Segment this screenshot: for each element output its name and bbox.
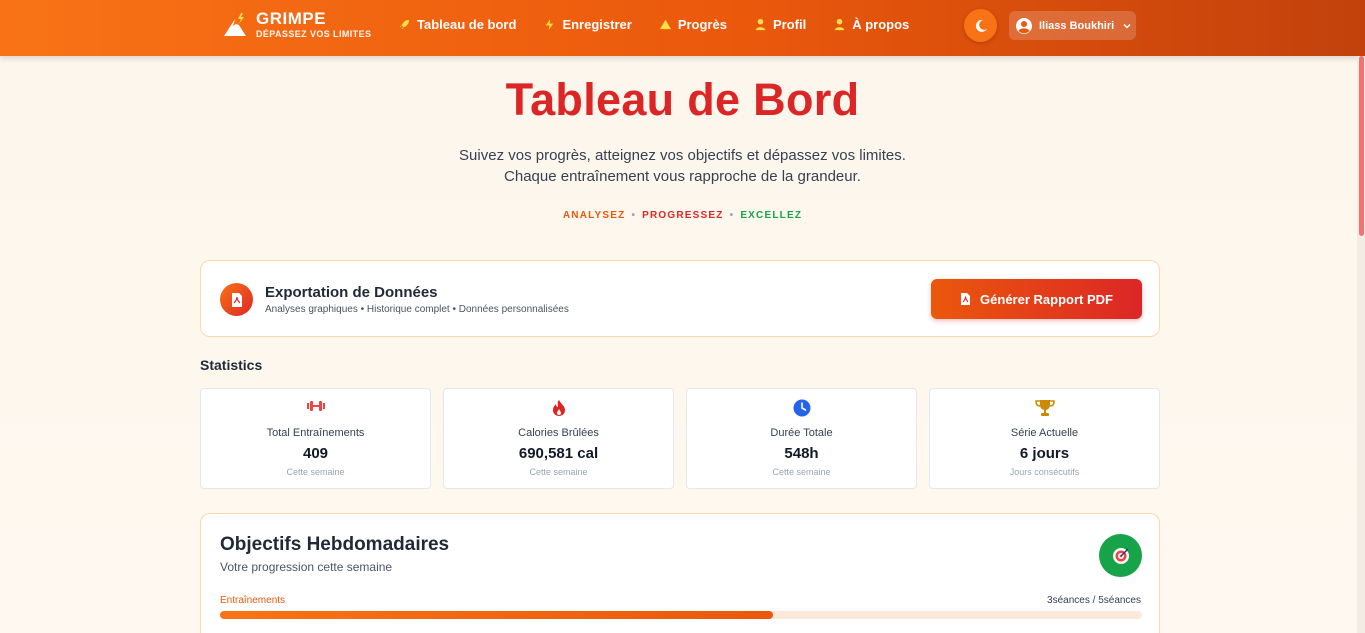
pdf-file-icon: [961, 293, 971, 305]
target-icon: [1099, 534, 1142, 577]
goal-progress-track: [220, 611, 1142, 619]
moon-icon: [975, 19, 987, 32]
stats-heading: Statistics: [200, 357, 263, 373]
export-title: Exportation de Données: [265, 284, 438, 301]
nav-item-label: À propos: [852, 17, 910, 32]
trophy-icon: [1034, 400, 1055, 416]
brand-name: GRIMPE: [256, 9, 327, 28]
nav-item-profile[interactable]: Profil: [754, 17, 806, 32]
clock-icon: [793, 399, 810, 417]
page-title: Tableau de Bord: [505, 74, 860, 125]
mountain-logo-icon: [224, 13, 246, 36]
goal-count: 3séances / 5séances: [1047, 595, 1141, 606]
user-menu-button[interactable]: Iliass Boukhiri: [1009, 11, 1136, 40]
page-subtitle: Suivez vos progrès, atteignez vos object…: [0, 145, 1365, 187]
generate-pdf-label: Générer Rapport PDF: [980, 291, 1113, 307]
stat-value: 409: [302, 445, 329, 462]
nav-item-label: Tableau de bord: [417, 17, 517, 32]
scrollbar-thumb[interactable]: [1359, 56, 1364, 236]
stat-label: Durée Totale: [770, 427, 833, 439]
nav-item-label: Progrès: [677, 17, 727, 32]
stat-value: 6 jours: [1019, 445, 1070, 462]
stat-note: Cette semaine: [529, 467, 588, 477]
stat-card-workouts: Total Entraînements 409 Cette semaine: [200, 388, 431, 489]
stat-value: 548h: [784, 445, 819, 462]
nav-item-progress[interactable]: Progrès: [659, 17, 727, 32]
user-icon: [835, 18, 845, 31]
user-icon: [755, 18, 766, 31]
stat-card-duration: Durée Totale 548h Cette semaine: [686, 388, 917, 489]
goal-progress-fill: [220, 611, 774, 619]
nav-item-label: Profil: [772, 17, 807, 32]
stat-note: Cette semaine: [772, 467, 831, 477]
stat-label: Total Entraînements: [266, 427, 365, 439]
weekly-goals-card: Objectifs Hebdomadaires Votre progressio…: [200, 513, 1160, 633]
goals-title: Objectifs Hebdomadaires: [220, 534, 450, 555]
tagline-progress: PROGRESSEZ: [642, 210, 724, 221]
flame-icon: [552, 400, 565, 416]
chevron-down-icon: [1123, 23, 1131, 29]
export-description: Analyses graphiques • Historique complet…: [265, 304, 569, 315]
stat-label: Calories Brûlées: [518, 427, 599, 439]
goals-subtitle: Votre progression cette semaine: [220, 560, 393, 574]
nav-item-label: Enregistrer: [562, 17, 632, 32]
nav-item-dashboard[interactable]: Tableau de bord: [398, 17, 516, 32]
tagline-excel: EXCELLEZ: [740, 210, 803, 221]
subtitle-line-1: Suivez vos progrès, atteignez vos object…: [459, 147, 906, 164]
theme-toggle-button[interactable]: [964, 9, 997, 42]
nav-item-about[interactable]: À propos: [833, 17, 909, 32]
stat-card-calories: Calories Brûlées 690,581 cal Cette semai…: [443, 388, 674, 489]
stat-label: Série Actuelle: [1010, 427, 1079, 439]
bolt-icon: [546, 18, 554, 31]
generate-pdf-button[interactable]: Générer Rapport PDF: [931, 279, 1142, 319]
nav-links: Tableau de bord Enregistrer Progrès Prof…: [398, 17, 936, 32]
pdf-file-icon: [220, 283, 253, 316]
hero-tagline: ANALYSEZ • PROGRESSEZ • EXCELLEZ: [0, 210, 1365, 221]
user-name: Iliass Boukhiri: [1039, 19, 1115, 32]
rocket-icon: [399, 19, 410, 30]
export-card: Exportation de Données Analyses graphiqu…: [200, 260, 1160, 337]
goal-label: Entraînements: [220, 595, 286, 606]
tagline-separator: •: [631, 210, 637, 221]
brand[interactable]: GRIMPE DÉPASSEZ VOS LIMITES: [222, 10, 371, 40]
stat-note: Cette semaine: [286, 467, 345, 477]
dumbbell-icon: [306, 401, 325, 411]
brand-tagline: DÉPASSEZ VOS LIMITES: [256, 29, 372, 39]
stat-card-streak: Série Actuelle 6 jours Jours consécutifs: [929, 388, 1160, 489]
subtitle-line-2: Chaque entraînement vous rapproche de la…: [504, 168, 861, 185]
user-avatar-icon: [1016, 17, 1032, 34]
triangle-icon: [659, 19, 671, 30]
top-navbar: GRIMPE DÉPASSEZ VOS LIMITES Tableau de b…: [0, 0, 1365, 56]
tagline-analyse: ANALYSEZ: [562, 210, 626, 221]
stat-note: Jours consécutifs: [1009, 467, 1080, 477]
tagline-separator: •: [729, 210, 735, 221]
stat-value: 690,581 cal: [518, 445, 599, 462]
nav-item-record[interactable]: Enregistrer: [543, 17, 632, 32]
